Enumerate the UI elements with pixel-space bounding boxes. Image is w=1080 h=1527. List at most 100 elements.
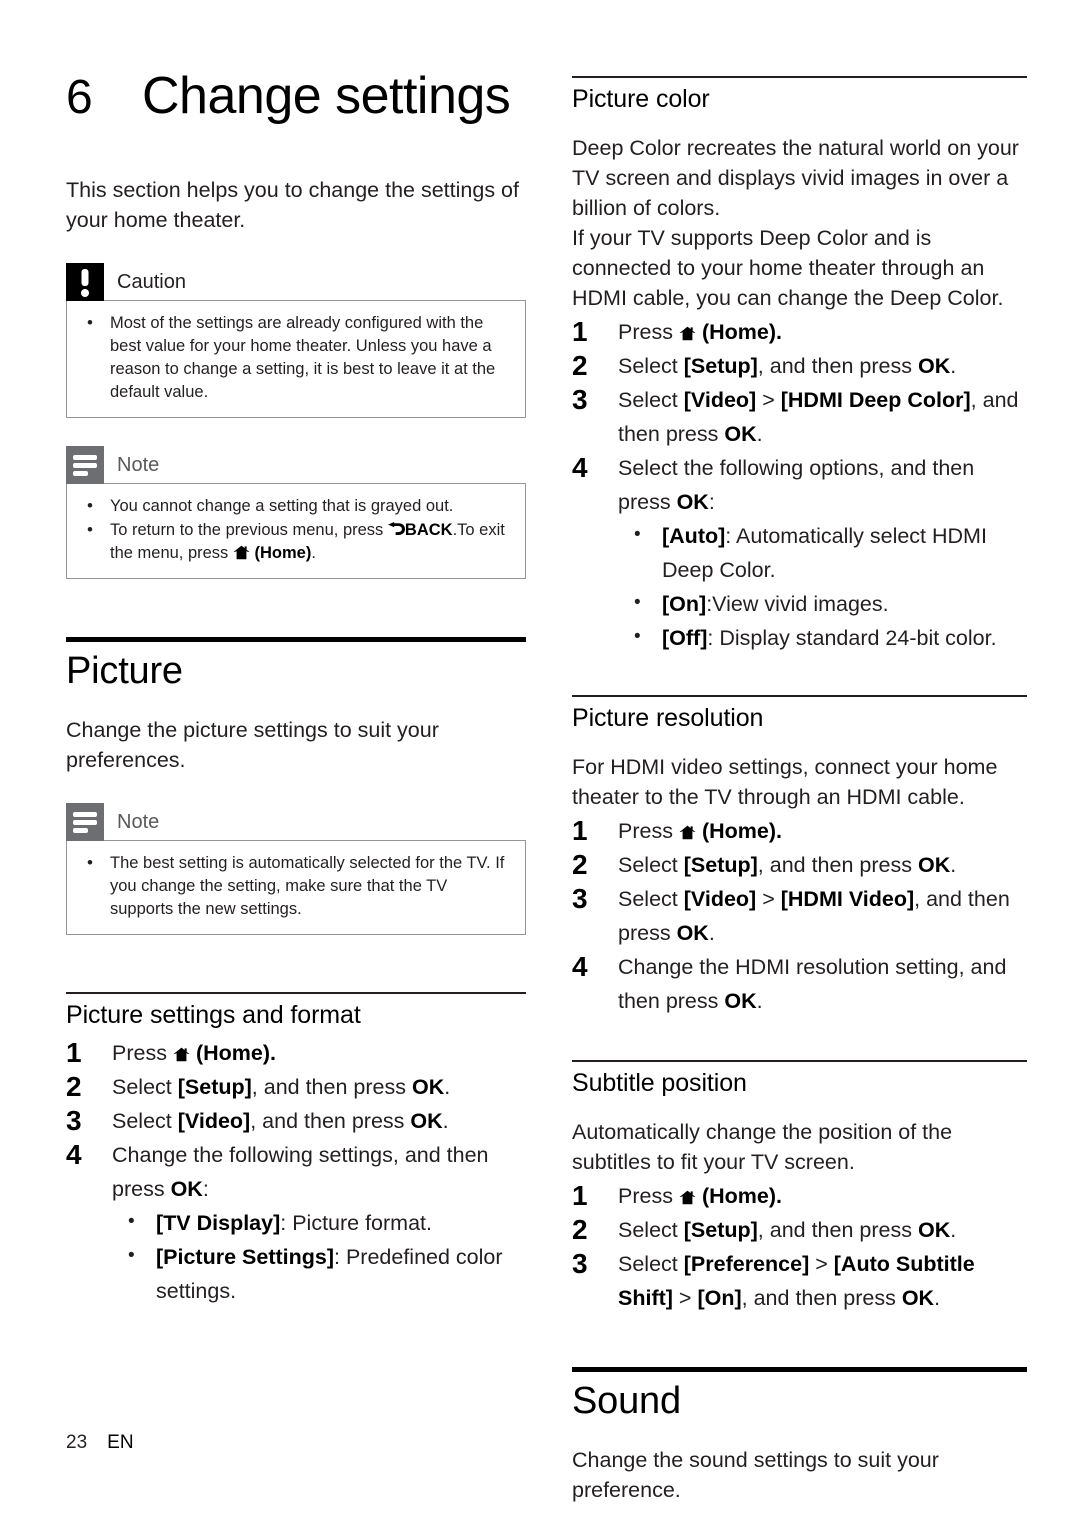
step-text-c: . [950, 354, 957, 378]
step-1: 1 Press (Home). [572, 1179, 1027, 1213]
ok-button-label: OK [917, 853, 951, 877]
ok-button-label: OK [724, 989, 757, 1013]
step-2: 2 Select [Setup], and then press OK. [572, 1213, 1027, 1247]
step-text-a: Select [618, 1218, 678, 1242]
step-4: 4 Change the HDMI resolution setting, an… [572, 950, 1027, 1018]
note-callout-picture: Note The best setting is automatically s… [66, 803, 526, 935]
left-column: 6 Change settings This section helps you… [66, 0, 526, 1400]
subsection-heading-picture-color: Picture color [572, 85, 710, 113]
menu-item-video: [Video] [683, 388, 757, 412]
footer-language-code: EN [107, 1432, 134, 1453]
step-4: 4 Change the following settings, and the… [66, 1138, 526, 1308]
list-item: To return to the previous menu, press BA… [81, 518, 511, 565]
menu-separator: > [678, 1286, 692, 1310]
list-item: The best setting is automatically select… [81, 851, 511, 921]
steps-list: 1 Press (Home). 2 Select [Setup], and th… [572, 1179, 1027, 1315]
step-text-c: . [756, 989, 763, 1013]
steps-list: 1 Press (Home). 2 Select [Setup], and th… [66, 1036, 526, 1308]
home-icon [679, 1190, 696, 1205]
menu-item-on: [On] [662, 592, 707, 616]
step-3: 3 Select [Preference] > [Auto Subtitle S… [572, 1247, 1027, 1315]
ok-button-label: OK [724, 422, 757, 446]
steps-list: 1 Press (Home). 2 Select [Setup], and th… [572, 315, 1027, 655]
step-text: Press (Home). [112, 1036, 526, 1070]
step-text: Press (Home). [618, 315, 1027, 349]
menu-item-hdmi-video: [HDMI Video] [780, 887, 915, 911]
bullet-text: : Display standard 24-bit color. [707, 626, 997, 650]
list-item: [TV Display]: Picture format. [112, 1205, 526, 1240]
home-button-label: (Home) [254, 544, 312, 562]
ok-button-label: OK [917, 1218, 951, 1242]
step-text-c: : [708, 490, 715, 514]
chapter-number: 6 [66, 71, 93, 124]
note-callout-header: Note [66, 446, 526, 484]
section-heading-picture: Picture [66, 650, 183, 692]
step-text-a: Select [112, 1075, 172, 1099]
list-item: [Off]: Display standard 24-bit color. [618, 620, 1027, 655]
step-2: 2 Select [Setup], and then press OK. [572, 349, 1027, 383]
step-text: Change the HDMI resolution setting, and … [618, 950, 1027, 1018]
menu-separator: > [815, 1252, 828, 1276]
menu-item-tv-display: [TV Display] [156, 1211, 281, 1235]
caution-label: Caution [117, 270, 186, 293]
caution-callout-header: Caution [66, 263, 526, 301]
step-number: 3 [572, 1248, 588, 1279]
ok-button-label: OK [676, 490, 709, 514]
ok-button-label: OK [676, 921, 709, 945]
step-sub-bullets: [TV Display]: Picture format. [Picture S… [112, 1205, 526, 1308]
step-text-c: : [202, 1177, 209, 1201]
ok-button-label: OK [170, 1177, 203, 1201]
caution-list: Most of the settings are already configu… [81, 311, 511, 404]
home-icon [233, 545, 250, 560]
picture-intro-text: Change the picture settings to suit your… [66, 718, 439, 772]
step-text: Press (Home). [618, 814, 1027, 848]
step-number: 4 [572, 452, 588, 483]
manual-page: 6 Change settings This section helps you… [0, 0, 1080, 1527]
list-item: [Picture Settings]: Predefined color set… [112, 1239, 526, 1308]
home-icon [679, 326, 696, 341]
caution-callout-body: Most of the settings are already configu… [66, 300, 526, 418]
chapter-heading: 6 Change settings [66, 66, 526, 126]
note-label: Note [117, 453, 160, 476]
note-list: The best setting is automatically select… [81, 851, 511, 921]
footer-page-number: 23 [66, 1432, 88, 1453]
step-text-c: . [442, 1109, 449, 1133]
step-number: 4 [66, 1139, 82, 1170]
step-text-a: Select [618, 853, 678, 877]
step-number: 2 [66, 1071, 82, 1102]
step-number: 1 [66, 1037, 82, 1068]
step-text-c: . [756, 422, 763, 446]
list-item: Most of the settings are already configu… [81, 311, 511, 404]
step-number: 3 [572, 384, 588, 415]
step-text-a: Press [618, 320, 673, 344]
step-text-a: Select [618, 887, 678, 911]
step-text-b: , and then press [757, 1218, 912, 1242]
step-2: 2 Select [Setup], and then press OK. [572, 848, 1027, 882]
note-callout-top: Note You cannot change a setting that is… [66, 446, 526, 579]
home-button-label: (Home). [701, 320, 782, 344]
menu-item-on: [On] [697, 1286, 742, 1310]
picture-settings-format-section: Picture settings and format 1 Press (Hom… [66, 992, 526, 1308]
step-number: 2 [572, 849, 588, 880]
menu-item-video: [Video] [177, 1109, 251, 1133]
note-label: Note [117, 810, 160, 833]
picture-resolution-section: Picture resolution For HDMI video settin… [572, 695, 1027, 1018]
home-button-label: (Home). [195, 1041, 276, 1065]
step-text-a: Press [618, 1184, 673, 1208]
step-text: Select the following options, and then p… [618, 451, 1027, 655]
picture-color-para-2: If your TV supports Deep Color and is co… [572, 226, 1004, 310]
step-text-a: Select [618, 1252, 678, 1276]
menu-item-setup: [Setup] [683, 354, 758, 378]
subsection-heading-subtitle-position: Subtitle position [572, 1069, 747, 1097]
step-2: 2 Select [Setup], and then press OK. [66, 1070, 526, 1104]
step-text: Select [Video] > [HDMI Video], and then … [618, 882, 1027, 950]
step-text: Select [Video], and then press OK. [112, 1104, 526, 1138]
picture-color-para-1: Deep Color recreates the natural world o… [572, 136, 1019, 220]
home-button-label: (Home). [701, 819, 782, 843]
step-text-b: , and then press [757, 853, 912, 877]
step-text-c: . [950, 853, 957, 877]
step-4: 4 Select the following options, and then… [572, 451, 1027, 655]
step-text-a: Press [618, 819, 673, 843]
note-text-a: To return to the previous menu, press [110, 521, 384, 539]
step-text-c: . [444, 1075, 451, 1099]
